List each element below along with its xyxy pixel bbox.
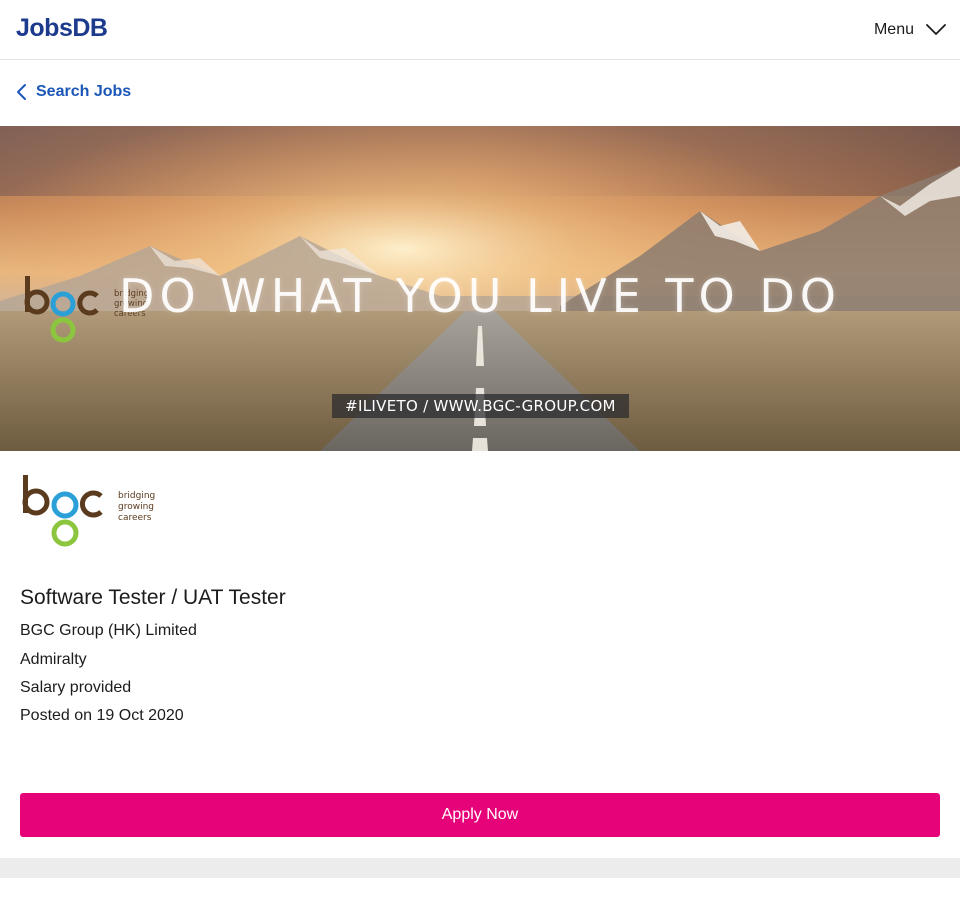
posted-date: Posted on 19 Oct 2020: [20, 707, 184, 724]
company-name: BGC Group (HK) Limited: [20, 622, 197, 639]
chevron-down-icon: [926, 24, 946, 36]
jobsdb-logo[interactable]: JobsDB: [16, 12, 108, 44]
logo-tagline-2: growing: [118, 502, 154, 512]
apply-now-button[interactable]: Apply Now: [20, 793, 940, 837]
top-header: JobsDB Menu: [0, 0, 960, 60]
banner-hashtag-url: #ILIVETO / WWW.BGC-GROUP.COM: [332, 394, 629, 418]
back-label: Search Jobs: [36, 83, 132, 100]
back-to-search-link[interactable]: Search Jobs: [16, 78, 131, 106]
salary-info: Salary provided: [20, 679, 132, 696]
job-title: Software Tester / UAT Tester: [20, 586, 286, 609]
job-location: Admiralty: [20, 651, 87, 668]
menu-button[interactable]: Menu: [874, 16, 946, 44]
menu-label: Menu: [873, 21, 914, 38]
footer-divider: [0, 858, 960, 878]
company-logo[interactable]: bridging growing careers: [20, 472, 160, 552]
logo-tagline-3: careers: [118, 513, 152, 523]
logo-tagline-1: bridging: [118, 491, 155, 501]
banner-headline: DO WHAT YOU LIVE TO DO: [119, 269, 841, 323]
chevron-left-icon: [16, 83, 28, 101]
